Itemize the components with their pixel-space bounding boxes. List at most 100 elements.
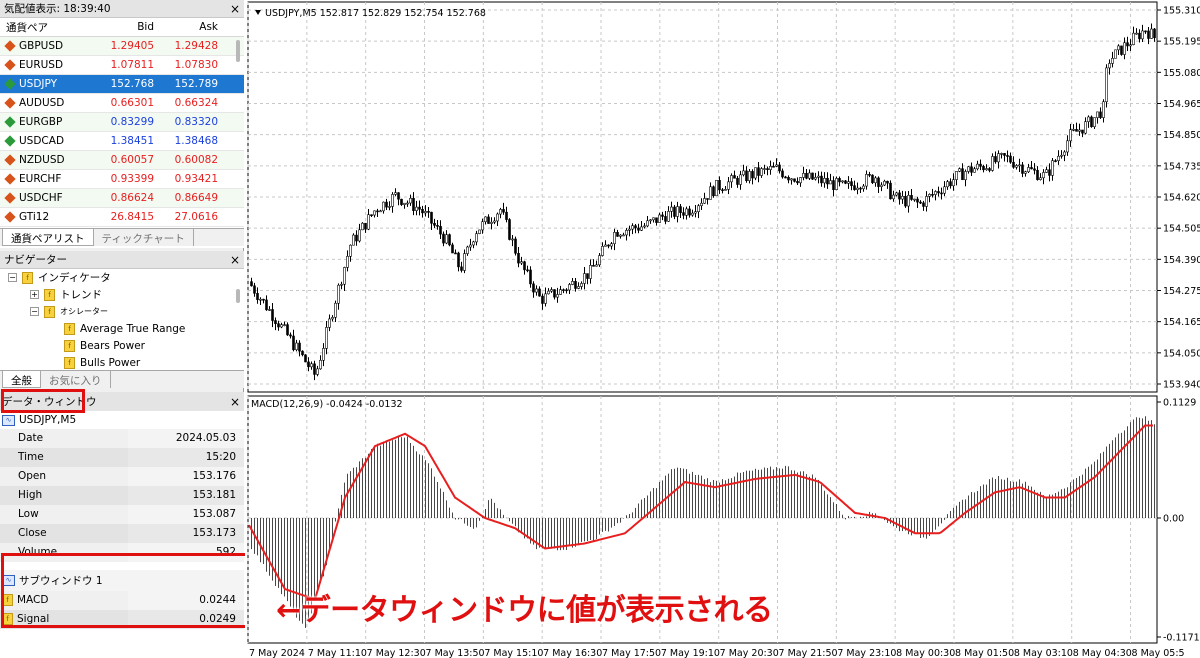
candle-body	[451, 244, 454, 254]
navigator-titlebar[interactable]: ナビゲーター ×	[0, 251, 244, 269]
data-value: 592	[128, 542, 244, 562]
tree-node-oscillators[interactable]: − f オシレーター	[30, 303, 108, 320]
symbol-row[interactable]: USDCAD 1.38451 1.38468	[0, 132, 244, 151]
time-tick-label: 7 May 11:10	[308, 648, 367, 658]
symbol-row[interactable]: AUDUSD 0.66301 0.66324	[0, 94, 244, 113]
candle-body	[850, 181, 853, 186]
candle-body	[1090, 116, 1093, 128]
market-watch-header: 通貨ペア Bid Ask	[0, 18, 244, 37]
candle-body	[919, 201, 922, 204]
macd-tick-label: -0.1171	[1163, 633, 1200, 644]
navigator-title: ナビゲーター	[4, 254, 67, 266]
col-bid[interactable]: Bid	[96, 21, 160, 33]
time-tick-label: 7 May 12:30	[367, 648, 426, 658]
indicator-item[interactable]: f Bears Power	[64, 337, 145, 354]
close-icon[interactable]: ×	[230, 253, 240, 267]
candle-body	[1144, 30, 1147, 33]
symbol-row[interactable]: GTi12 26.8415 27.0616	[0, 208, 244, 227]
candle-body	[946, 181, 949, 188]
symbol-cell: NZDUSD	[0, 154, 96, 166]
scrollbar[interactable]	[236, 40, 240, 62]
symbol-row[interactable]: USDJPY 152.768 152.789	[0, 75, 244, 94]
symbol-row[interactable]: NZDUSD 0.60057 0.60082	[0, 151, 244, 170]
arrow-down-icon	[4, 40, 16, 52]
candle-body	[871, 174, 874, 184]
time-tick-label: 8 May 00:30	[896, 648, 955, 658]
candle-body	[457, 252, 460, 268]
expand-icon[interactable]: +	[30, 290, 39, 299]
candle-body	[898, 192, 901, 200]
indicator-item[interactable]: f Bulls Power	[64, 354, 140, 371]
bid-cell: 152.768	[110, 78, 154, 90]
time-tick-label: 7 May 19:10	[661, 648, 720, 658]
close-icon[interactable]: ×	[230, 395, 240, 409]
collapse-icon[interactable]: −	[30, 307, 39, 316]
tree-node-indicators[interactable]: − f インディケータ	[8, 269, 111, 286]
candle-body	[1066, 140, 1069, 153]
candle-body	[520, 261, 523, 264]
candle-body	[739, 174, 742, 185]
symbol-row[interactable]: USDCHF 0.86624 0.86649	[0, 189, 244, 208]
chart-area[interactable]: 7 May 2024 7 May 11:10 7 May 12:30 7 May 13…	[245, 0, 1200, 658]
candle-body	[967, 166, 970, 172]
candle-body	[286, 324, 289, 336]
candle-body	[667, 211, 670, 222]
candle-body	[931, 194, 934, 196]
candle-body	[1078, 129, 1081, 132]
tab-favorites[interactable]: お気に入り	[41, 371, 111, 388]
tree-node-trend[interactable]: + f トレンド	[30, 286, 102, 303]
symbol-name: AUDUSD	[19, 97, 65, 109]
market-watch-tabs: 通貨ペアリスト ティックチャート	[0, 228, 244, 246]
candle-body	[799, 177, 802, 184]
symbol-name: USDJPY	[19, 78, 58, 90]
candle-body	[961, 168, 964, 181]
collapse-icon[interactable]: −	[8, 273, 17, 282]
candle-body	[748, 171, 751, 181]
candle-body	[472, 241, 475, 246]
tab-common[interactable]: 全般	[2, 371, 41, 388]
indicator-item[interactable]: f Average True Range	[64, 320, 185, 337]
data-window-titlebar[interactable]: データ・ウィンドウ ×	[0, 392, 244, 411]
symbol-row[interactable]: EURGBP 0.83299 0.83320	[0, 113, 244, 132]
bid-cell: 0.66301	[110, 97, 154, 109]
tab-tick-chart[interactable]: ティックチャート	[93, 229, 194, 246]
bid-cell: 1.38451	[110, 135, 154, 147]
candle-body	[580, 283, 583, 287]
main-chart-header: USDJPY,M5 152.817 152.829 152.754 152.76…	[265, 8, 486, 19]
scrollbar[interactable]	[236, 289, 240, 303]
symbol-row[interactable]: GBPUSD 1.29405 1.29428	[0, 37, 244, 56]
data-key: Time	[0, 447, 128, 467]
tab-symbols[interactable]: 通貨ペアリスト	[2, 229, 94, 246]
col-ask[interactable]: Ask	[160, 21, 224, 33]
candle-body	[583, 273, 586, 284]
symbol-row[interactable]: EURCHF 0.93399 0.93421	[0, 170, 244, 189]
market-watch-titlebar[interactable]: 気配値表示: 18:39:40 ×	[0, 0, 244, 18]
data-value: 153.087	[128, 504, 244, 524]
candle-body	[856, 187, 859, 190]
col-symbol[interactable]: 通貨ペア	[0, 20, 96, 35]
candle-body	[949, 181, 952, 187]
candle-body	[970, 166, 973, 173]
price-tick-label: 153.940	[1163, 380, 1200, 391]
candle-body	[502, 209, 505, 213]
candle-body	[1114, 49, 1117, 59]
symbol-cell: EURGBP	[0, 116, 96, 128]
symbol-row[interactable]: EURUSD 1.07811 1.07830	[0, 56, 244, 75]
close-icon[interactable]: ×	[230, 2, 240, 16]
data-value: 153.176	[128, 466, 244, 486]
candle-body	[640, 226, 643, 231]
candle-body	[268, 309, 271, 311]
candle-body	[709, 186, 712, 200]
ask-cell: 1.29428	[174, 40, 218, 52]
candle-body	[301, 350, 304, 356]
candle-body	[790, 178, 793, 181]
candle-body	[496, 213, 499, 222]
candle-body	[361, 222, 364, 231]
candle-body	[1126, 42, 1129, 47]
candle-body	[913, 198, 916, 201]
data-row: Close 153.173	[0, 523, 244, 543]
candle-body	[721, 189, 724, 192]
candle-body	[1039, 177, 1042, 180]
symbol-name: GBPUSD	[19, 40, 64, 52]
symbol-name: EURCHF	[19, 173, 62, 185]
